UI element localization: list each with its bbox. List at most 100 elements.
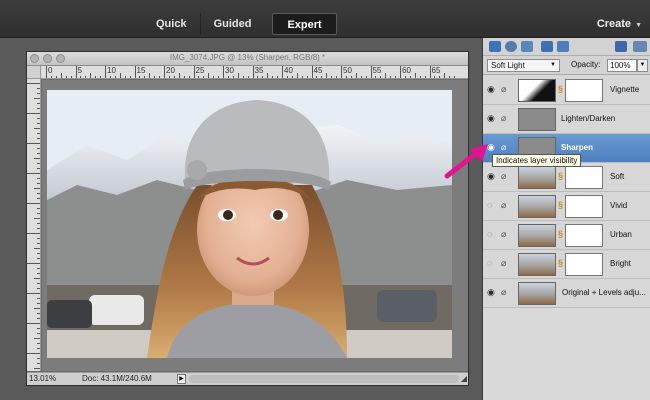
link-icon[interactable]: ⌀ xyxy=(501,84,506,95)
status-bar: 13.01% Doc: 43.1M/240.6M ▶ ◢ xyxy=(27,372,468,385)
lock-transparency-icon[interactable] xyxy=(557,41,569,52)
eye-hidden-icon[interactable]: ◌ xyxy=(487,259,497,268)
lock-all-icon[interactable] xyxy=(541,41,553,52)
layer-mask-thumbnail[interactable] xyxy=(565,195,603,218)
layer-thumbnail[interactable] xyxy=(518,166,556,189)
link-icon[interactable]: ⌀ xyxy=(501,171,506,182)
ruler-origin[interactable] xyxy=(27,66,41,79)
link-icon[interactable]: ⌀ xyxy=(501,229,506,240)
expert-mode-tab[interactable]: Expert xyxy=(272,13,337,35)
ruler-tick xyxy=(134,66,136,78)
create-menu-button[interactable]: Create ▼ xyxy=(597,18,642,30)
ruler-tick xyxy=(395,76,397,78)
mask-link-icon[interactable]: § xyxy=(558,258,563,268)
ruler-tick xyxy=(164,66,165,78)
ruler-tick xyxy=(34,188,40,189)
ruler-tick xyxy=(37,118,40,119)
ruler-tick xyxy=(183,76,185,78)
ruler-tick xyxy=(37,303,40,304)
mask-link-icon[interactable]: § xyxy=(558,200,563,210)
layer-row[interactable]: ◉ ⌀ § Soft xyxy=(483,163,650,192)
eye-icon[interactable]: ◉ xyxy=(487,114,497,123)
ruler-tick xyxy=(178,73,180,78)
layer-row[interactable]: ◉ ⌀ Original + Levels adju... xyxy=(483,279,650,308)
document-title-bar[interactable]: IMG_3074.JPG @ 13% (Sharpen, RGB/8) * xyxy=(27,52,468,66)
eye-icon[interactable]: ◉ xyxy=(487,288,497,297)
visibility-tooltip: Indicates layer visibility xyxy=(492,154,582,167)
layer-mask-thumbnail[interactable] xyxy=(565,224,603,247)
vertical-ruler[interactable] xyxy=(27,79,41,371)
blend-mode-select[interactable]: Soft Light ▼ xyxy=(487,59,560,72)
ruler-tick xyxy=(37,333,40,334)
horizontal-scrollbar[interactable] xyxy=(189,375,459,383)
guided-mode-tab[interactable]: Guided xyxy=(201,13,265,35)
opacity-input[interactable]: 100% xyxy=(607,59,637,72)
ruler-tick xyxy=(37,358,40,359)
ruler-tick xyxy=(419,76,421,78)
ruler-tick xyxy=(37,183,40,184)
canvas-area[interactable] xyxy=(42,80,468,371)
ruler-tick xyxy=(27,143,40,144)
trash-icon[interactable] xyxy=(615,41,627,52)
layer-thumbnail[interactable] xyxy=(518,282,556,305)
eye-icon[interactable]: ◉ xyxy=(487,85,497,94)
ruler-number: 25 xyxy=(195,66,205,75)
layer-row[interactable]: ◌ ⌀ § Vivid xyxy=(483,192,650,221)
ruler-tick xyxy=(429,66,431,78)
layer-mask-icon[interactable] xyxy=(521,41,533,52)
layer-mask-thumbnail[interactable] xyxy=(565,79,603,102)
eye-hidden-icon[interactable]: ◌ xyxy=(487,230,497,239)
layer-row[interactable]: ◌ ⌀ § Urban xyxy=(483,221,650,250)
layer-thumbnail[interactable] xyxy=(518,79,556,102)
new-layer-icon[interactable] xyxy=(489,41,501,52)
photo-canvas[interactable] xyxy=(47,90,452,358)
status-menu-arrow-icon[interactable]: ▶ xyxy=(177,374,186,384)
adjustment-layer-icon[interactable] xyxy=(505,41,517,52)
ruler-tick xyxy=(37,178,40,179)
eye-hidden-icon[interactable]: ◌ xyxy=(487,201,497,210)
resize-handle-icon[interactable]: ◢ xyxy=(461,374,467,383)
layer-row[interactable]: ◉ ⌀ § Vignette xyxy=(483,76,650,105)
ruler-tick xyxy=(311,66,313,78)
link-icon[interactable]: ⌀ xyxy=(501,287,506,298)
quick-mode-tab[interactable]: Quick xyxy=(143,13,201,35)
ruler-tick xyxy=(34,218,40,219)
layer-row[interactable]: ◌ ⌀ § Bright xyxy=(483,250,650,279)
layer-thumbnail[interactable] xyxy=(518,253,556,276)
opacity-dropdown-icon[interactable]: ▼ xyxy=(637,59,648,72)
ruler-tick xyxy=(296,73,298,78)
ruler-tick xyxy=(272,76,274,78)
link-icon[interactable]: ⌀ xyxy=(501,200,506,211)
horizontal-ruler[interactable]: 0 5 10 15 20 25 30 35 40 45 50 55 60 65 xyxy=(41,66,468,79)
ruler-tick xyxy=(37,123,40,124)
layer-thumbnail[interactable] xyxy=(518,195,556,218)
link-icon[interactable]: ⌀ xyxy=(501,113,506,124)
ruler-number: 50 xyxy=(343,66,352,75)
layer-thumbnail[interactable] xyxy=(518,108,556,131)
mask-link-icon[interactable]: § xyxy=(558,84,563,94)
mask-link-icon[interactable]: § xyxy=(558,171,563,181)
ruler-tick xyxy=(75,66,77,78)
ruler-tick xyxy=(390,76,392,78)
ruler-tick xyxy=(444,73,446,78)
panel-menu-icon[interactable] xyxy=(633,41,647,52)
ruler-tick xyxy=(341,66,342,78)
ruler-tick xyxy=(232,76,234,78)
ruler-tick xyxy=(434,76,436,78)
layer-mask-thumbnail[interactable] xyxy=(565,253,603,276)
ruler-tick xyxy=(65,76,67,78)
ruler-tick xyxy=(100,76,102,78)
mask-link-icon[interactable]: § xyxy=(558,229,563,239)
layer-thumbnail[interactable] xyxy=(518,224,556,247)
ruler-tick xyxy=(27,233,40,234)
zoom-level[interactable]: 13.01% xyxy=(29,374,56,383)
ruler-tick xyxy=(37,133,40,134)
ruler-tick xyxy=(188,76,190,78)
ruler-tick xyxy=(252,66,254,78)
link-icon[interactable]: ⌀ xyxy=(501,258,506,269)
link-icon[interactable]: ⌀ xyxy=(501,142,506,153)
layers-toolbar xyxy=(483,38,650,56)
layer-mask-thumbnail[interactable] xyxy=(565,166,603,189)
layer-row[interactable]: ◉ ⌀ Lighten/Darken xyxy=(483,105,650,134)
ruler-tick xyxy=(306,76,308,78)
